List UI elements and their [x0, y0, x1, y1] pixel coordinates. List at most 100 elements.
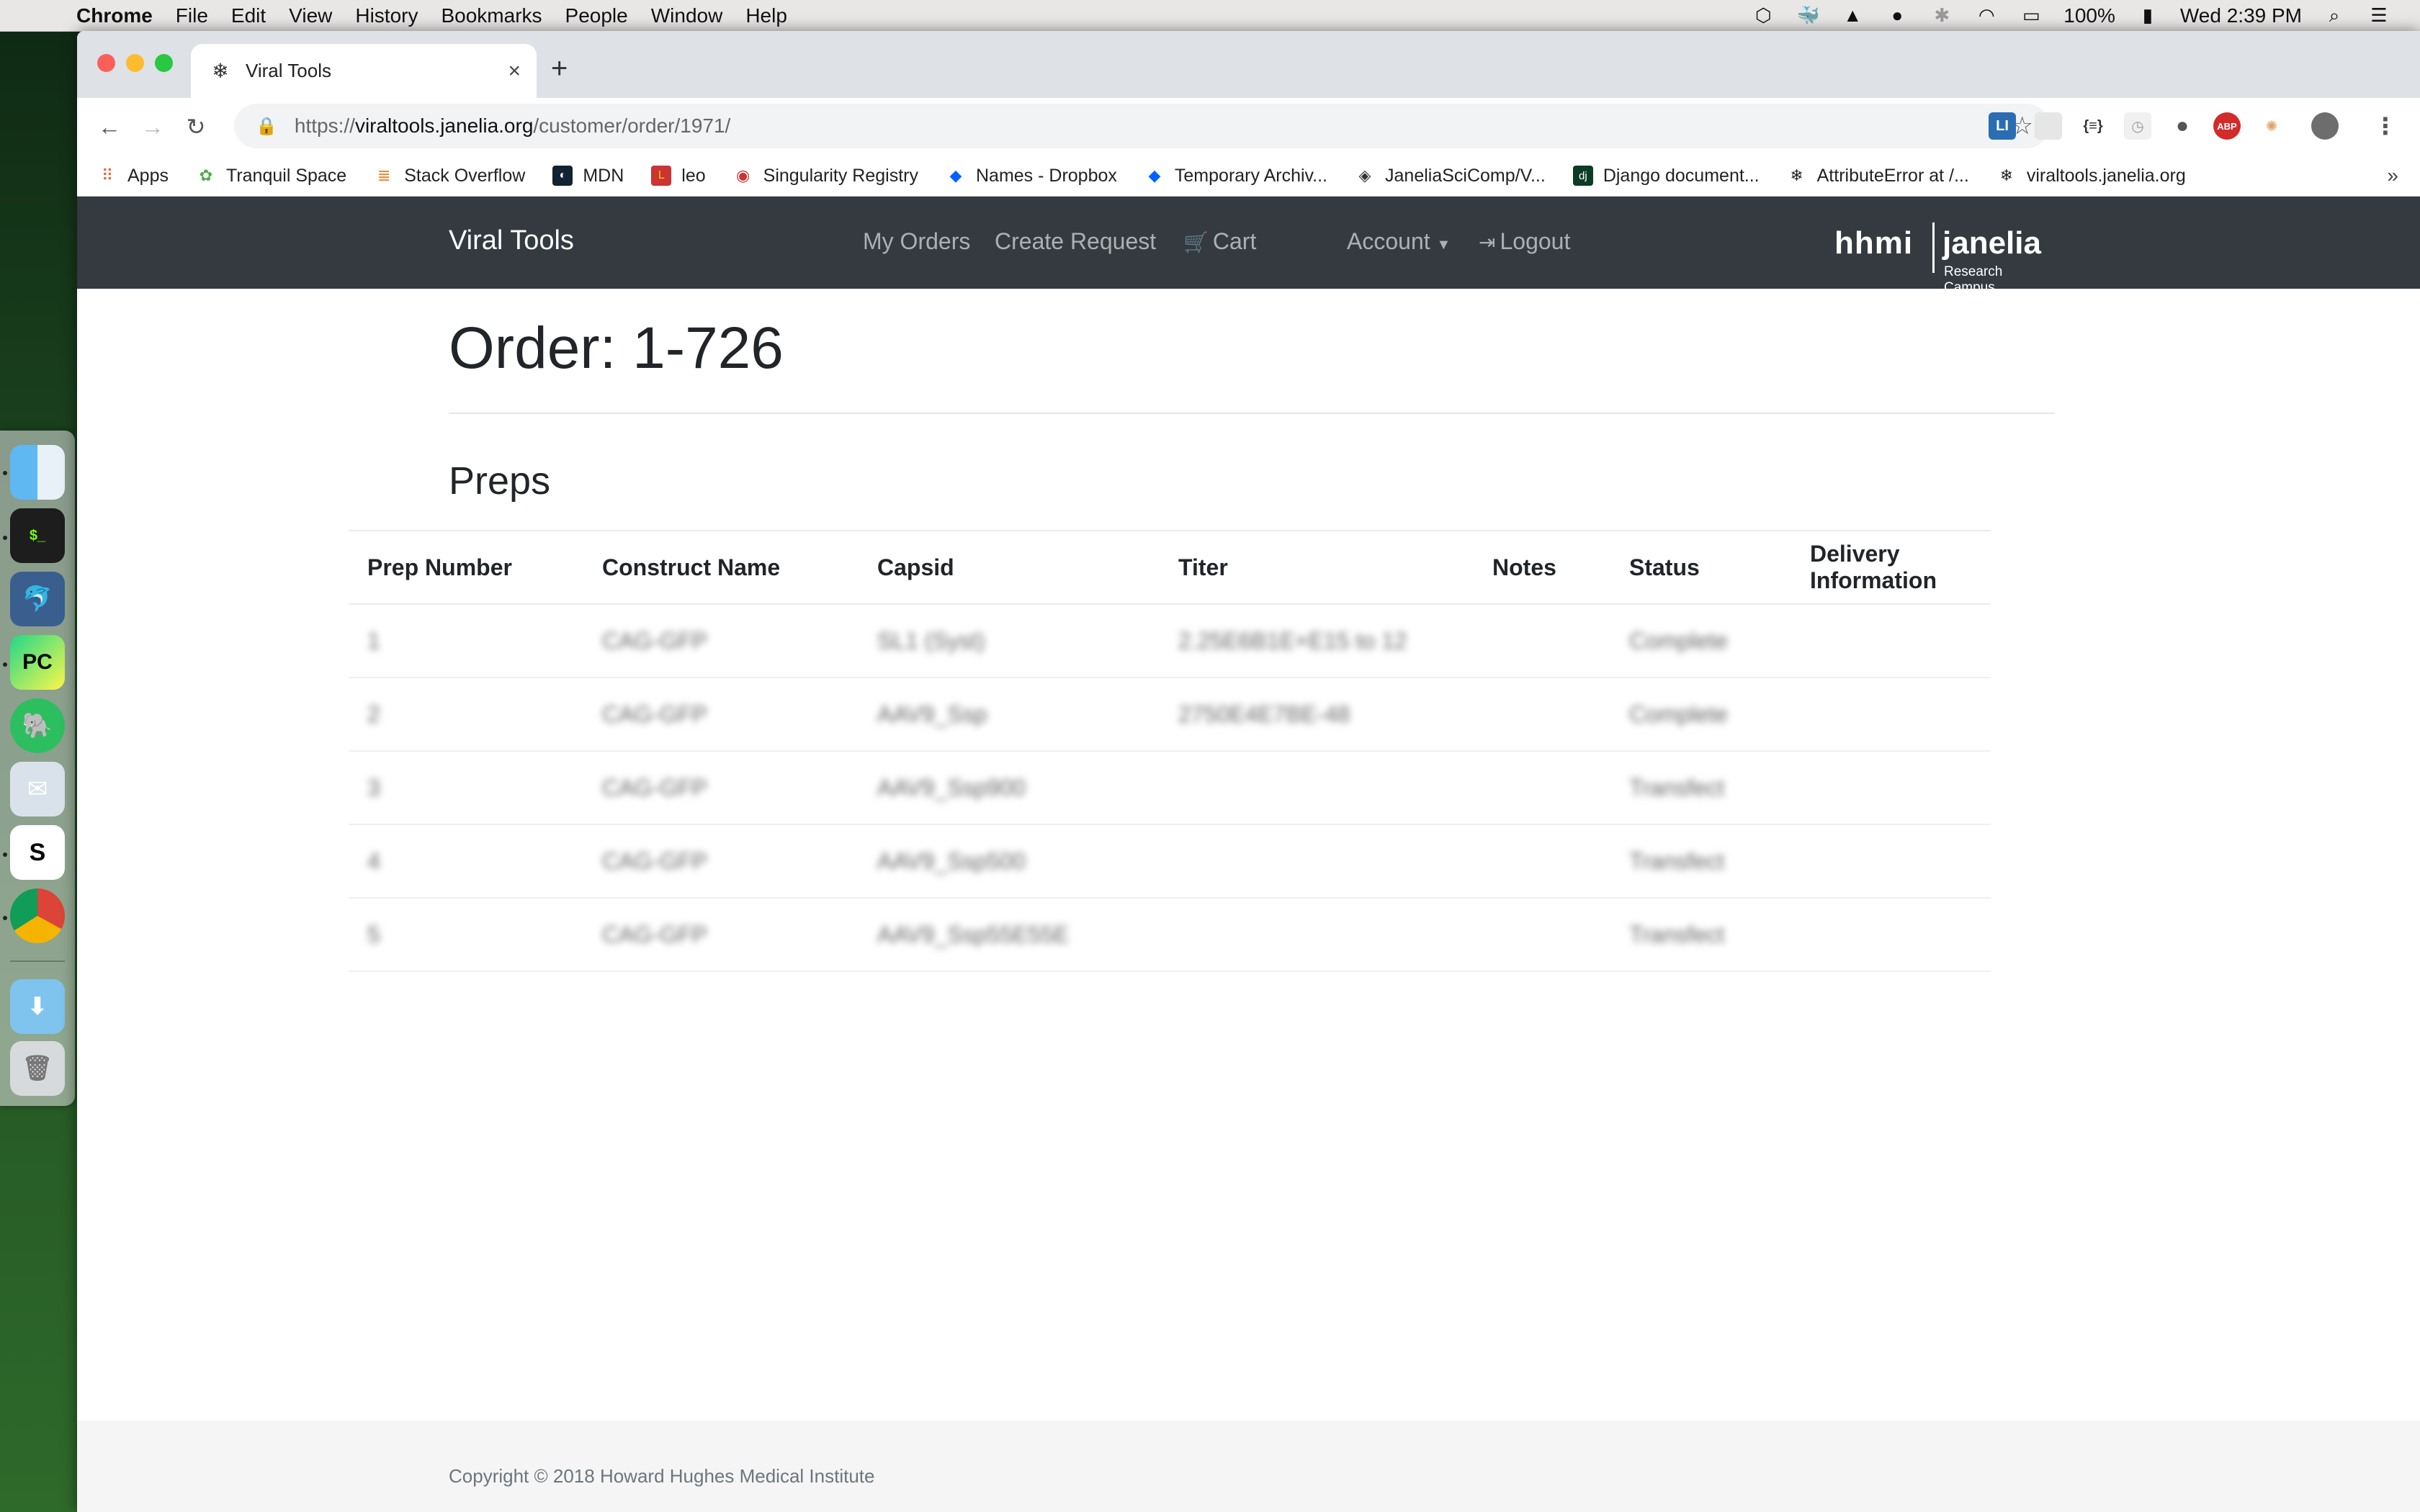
menu-history[interactable]: History: [355, 4, 418, 27]
bookmark-apps[interactable]: ⠿ Apps: [97, 166, 169, 186]
address-bar[interactable]: 🔒 https://viraltools.janelia.org/custome…: [234, 104, 2049, 148]
column-header-status[interactable]: Status: [1610, 530, 1791, 605]
cell-notes: [1474, 824, 1610, 899]
bookmark-names-dropbox[interactable]: ◆ Names - Dropbox: [946, 166, 1117, 186]
battery-percent: 100%: [2063, 4, 2115, 27]
dollar-status-icon[interactable]: ●: [1885, 4, 1909, 27]
bookmark-mdn[interactable]: ◐ MDN: [552, 166, 624, 186]
extension-cookie-icon[interactable]: ✺: [2258, 112, 2285, 140]
bookmark-viraltools[interactable]: ❄ viraltools.janelia.org: [1996, 166, 2186, 186]
mail-icon[interactable]: ✉: [10, 762, 65, 816]
bluetooth-icon[interactable]: ✱: [1930, 4, 1954, 27]
new-tab-icon[interactable]: +: [551, 53, 568, 85]
chrome-icon[interactable]: [10, 888, 65, 943]
nav-my-orders[interactable]: My Orders: [863, 228, 970, 255]
extension-json-icon[interactable]: {≡}: [2079, 112, 2107, 140]
mysql-workbench-icon[interactable]: 🐬: [10, 572, 65, 626]
bookmark-stack-overflow[interactable]: ≣ Stack Overflow: [374, 166, 525, 186]
cell-delivery-information: [1791, 604, 1991, 678]
column-header-prep-number[interactable]: Prep Number: [349, 530, 583, 605]
nav-logout[interactable]: ⇥ Logout: [1479, 228, 1570, 255]
menu-help[interactable]: Help: [745, 4, 787, 27]
footer-copyright: Copyright © 2018 Howard Hughes Medical I…: [449, 1465, 875, 1487]
evernote-icon[interactable]: 🐘: [10, 698, 65, 753]
nav-create-request[interactable]: Create Request: [995, 228, 1156, 255]
logo-hhmi: hhmi: [1834, 225, 1914, 261]
forward-arrow-icon[interactable]: →: [136, 110, 169, 143]
menu-app-chrome[interactable]: Chrome: [76, 4, 153, 27]
cell-status: Transfect: [1610, 751, 1791, 825]
minimize-window-button[interactable]: [126, 54, 144, 72]
bookmark-singularity-registry[interactable]: ◉ Singularity Registry: [733, 166, 918, 186]
table-header-row: Prep Number Construct Name Capsid Titer …: [349, 530, 1991, 605]
cell-capsid: AAV9_Ssp900: [859, 751, 1160, 825]
cell-notes: [1474, 604, 1610, 678]
snowflake-icon: ❄: [1999, 166, 2014, 184]
bookmark-django-docs[interactable]: dj Django document...: [1572, 166, 1760, 186]
column-header-construct-name[interactable]: Construct Name: [583, 530, 859, 605]
menu-window[interactable]: Window: [651, 4, 723, 27]
column-header-delivery-information[interactable]: Delivery Information: [1791, 530, 1991, 605]
bookmark-janeliascicomp[interactable]: ◈ JaneliaSciComp/V...: [1355, 166, 1546, 186]
trash-icon[interactable]: 🗑: [10, 1041, 65, 1096]
cube-status-icon[interactable]: ⬡: [1751, 4, 1775, 27]
menu-bookmarks[interactable]: Bookmarks: [441, 4, 542, 27]
docker-status-icon[interactable]: 🐳: [1796, 4, 1820, 27]
airplay-icon[interactable]: ▭: [2019, 4, 2043, 27]
tab-title: Viral Tools: [246, 60, 331, 81]
pycharm-icon[interactable]: PC: [10, 635, 65, 690]
extension-li-icon[interactable]: LI: [1989, 112, 2016, 140]
terminal-icon[interactable]: $_: [10, 508, 65, 563]
extension-grid-icon[interactable]: [2035, 112, 2062, 140]
cell-status: Transfect: [1610, 898, 1791, 972]
bookmark-tranquil-space[interactable]: ✿ Tranquil Space: [196, 166, 346, 186]
tab-viral-tools[interactable]: ❄ Viral Tools ×: [191, 44, 537, 98]
nav-cart[interactable]: 🛒 Cart: [1183, 228, 1256, 255]
menu-file[interactable]: File: [176, 4, 208, 27]
close-window-button[interactable]: [97, 54, 115, 72]
cell-capsid: AAV9_Ssp55E55E: [859, 898, 1160, 972]
column-header-notes[interactable]: Notes: [1474, 530, 1610, 605]
cell-construct-name: CAG-GFP: [583, 898, 859, 972]
bookmark-leo[interactable]: Lleo: [651, 166, 706, 186]
hhmi-janelia-logo[interactable]: hhmi janelia Research Campus: [1834, 212, 2051, 295]
menubar-clock[interactable]: Wed 2:39 PM: [2180, 4, 2302, 27]
cell-prep-number: 2: [349, 678, 583, 752]
bookmark-attributeerror[interactable]: ❄ AttributeError at /...: [1787, 166, 1968, 186]
extension-timer-icon[interactable]: ◷: [2124, 112, 2151, 140]
drive-status-icon[interactable]: ▲: [1840, 4, 1865, 27]
nav-account-dropdown[interactable]: Account ▼: [1347, 228, 1451, 255]
menu-people[interactable]: People: [565, 4, 628, 27]
dropbox-icon: ◆: [1148, 166, 1161, 184]
downloads-folder-icon[interactable]: ⬇: [10, 979, 65, 1034]
close-tab-icon[interactable]: ×: [508, 59, 521, 84]
reload-icon[interactable]: ↻: [179, 110, 212, 143]
chrome-menu-icon[interactable]: ⋮: [2372, 112, 2399, 140]
menu-edit[interactable]: Edit: [231, 4, 266, 27]
bookmarks-overflow-chevron-icon[interactable]: »: [2387, 164, 2398, 187]
column-header-capsid[interactable]: Capsid: [859, 530, 1160, 605]
zoom-window-button[interactable]: [155, 54, 173, 72]
back-arrow-icon[interactable]: ←: [93, 110, 126, 143]
finder-icon[interactable]: [10, 445, 65, 500]
slack-icon[interactable]: S: [10, 825, 65, 880]
battery-icon[interactable]: ▮: [2136, 4, 2160, 27]
nav-account-label: Account: [1347, 228, 1430, 254]
cell-construct-name: CAG-GFP: [583, 678, 859, 752]
bookmark-temporary-archive[interactable]: ◆ Temporary Archiv...: [1144, 166, 1327, 186]
preps-table: Prep Number Construct Name Capsid Titer …: [349, 530, 1991, 972]
cell-construct-name: CAG-GFP: [583, 824, 859, 899]
wifi-icon[interactable]: ◠: [1974, 4, 1999, 27]
extension-circle-icon[interactable]: ●: [2169, 112, 2196, 140]
adblock-plus-icon[interactable]: ABP: [2213, 112, 2241, 140]
menu-view[interactable]: View: [289, 4, 332, 27]
tab-strip: ❄ Viral Tools × +: [77, 31, 2420, 98]
site-brand[interactable]: Viral Tools: [449, 225, 574, 256]
browser-toolbar: ← → ↻ 🔒 https://viraltools.janelia.org/c…: [77, 98, 2420, 156]
lock-icon: 🔒: [256, 116, 277, 136]
site-footer: Copyright © 2018 Howard Hughes Medical I…: [77, 1421, 2420, 1512]
spotlight-search-icon[interactable]: ⌕: [2322, 4, 2347, 27]
notification-center-icon[interactable]: ☰: [2367, 4, 2391, 27]
column-header-titer[interactable]: Titer: [1160, 530, 1474, 605]
profile-avatar[interactable]: [2311, 112, 2339, 140]
